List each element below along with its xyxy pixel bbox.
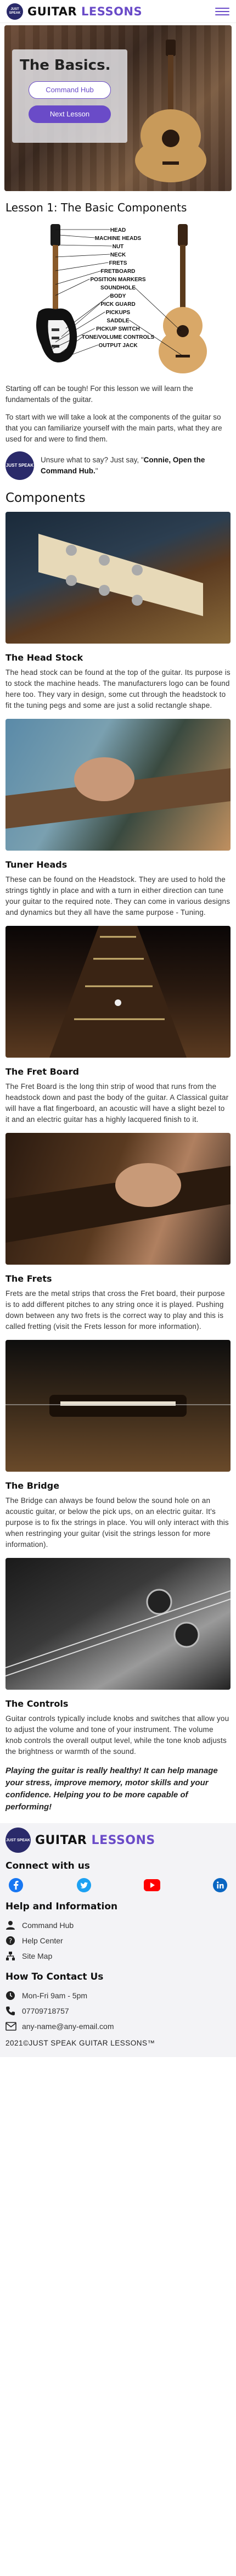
logo-text: JUST SPEAK [9, 7, 21, 15]
contact-hours: Mon-Fri 9am - 5pm [5, 1988, 231, 2003]
sitemap-icon [5, 1951, 22, 1961]
component-text: The Fret Board is the long thin strip of… [5, 1082, 229, 1124]
fret-board-image [5, 926, 231, 1058]
diagram-label: SADDLE [106, 318, 129, 324]
outro-text: Playing the guitar is really healthy! It… [5, 1766, 218, 1812]
clock-icon [5, 1991, 22, 2001]
diagram-label: MACHINE HEADS [95, 236, 142, 242]
help-circle-icon: ? [5, 1936, 22, 1946]
bridge-image [5, 1340, 231, 1472]
site-footer: JUST SPEAK GUITAR LESSONS Connect with u… [0, 1823, 236, 2057]
footer-link-help-center[interactable]: ? Help Center [5, 1933, 231, 1948]
brand-word-1: GUITAR [27, 4, 77, 18]
headstock-image [5, 512, 231, 644]
phone-icon [5, 2006, 22, 2016]
component-text: The head stock can be found at the top o… [5, 668, 231, 709]
diagram-label: OUTPUT JACK [98, 343, 138, 349]
component-card-fret-board: The Fret Board The Fret Board is the lon… [5, 926, 231, 1125]
next-lesson-button[interactable]: Next Lesson [29, 105, 111, 123]
help-title: Help and Information [5, 1901, 118, 1912]
acoustic-guitar-illustration [159, 224, 207, 373]
diagram-leader-line [65, 295, 110, 329]
lesson-intro-2: To start with we will take a look at the… [5, 413, 222, 443]
logo[interactable]: JUST SPEAK [7, 3, 23, 20]
connect-title: Connect with us [5, 1860, 90, 1871]
contact-phone[interactable]: 07709718757 [5, 2003, 231, 2019]
component-title: The Head Stock [5, 652, 83, 663]
tuner-heads-image [5, 719, 231, 851]
component-card-tuner-heads: Tuner Heads These can be found on the He… [5, 719, 231, 918]
component-text: The Bridge can always be found below the… [5, 1496, 229, 1549]
diagram-label: NUT [113, 244, 124, 250]
brand-word-2: LESSONS [81, 4, 143, 18]
component-card-controls: The Controls Guitar controls typically i… [5, 1558, 231, 1757]
component-card-headstock: The Head Stock The head stock can be fou… [5, 512, 231, 711]
diagram-label: NECK [110, 252, 126, 258]
footer-brand-name: GUITAR LESSONS [35, 1833, 155, 1847]
component-text: These can be found on the Headstock. The… [5, 875, 231, 917]
hamburger-menu-icon[interactable] [215, 4, 229, 19]
contact-email[interactable]: any-name@any-email.com [5, 2019, 231, 2034]
contact-title: How To Contact Us [5, 1971, 104, 1982]
footer-logo: JUST SPEAK [5, 1828, 31, 1853]
diagram-label: SOUNDHOLE [100, 285, 136, 291]
frets-image [5, 1133, 231, 1265]
lesson-title: Lesson 1: The Basic Components [5, 201, 187, 214]
diagram-leader-line [59, 234, 95, 238]
copyright: 2021©JUST SPEAK GUITAR LESSONS™ [5, 2039, 155, 2047]
command-hub-button[interactable]: Command Hub [29, 81, 111, 99]
acoustic-guitar-image [135, 40, 206, 182]
tip-text: Unsure what to say? Just say, "Connie, O… [41, 456, 205, 475]
diagram-label: PICK GUARD [100, 301, 135, 308]
component-title: The Fret Board [5, 1066, 79, 1077]
hero-panel: The Basics. Command Hub Next Lesson [12, 49, 127, 143]
person-icon [5, 1920, 22, 1930]
footer-link-command-hub[interactable]: Command Hub [5, 1918, 231, 1933]
lesson-intro-1: Starting off can be tough! For this less… [5, 384, 193, 404]
facebook-icon[interactable] [8, 1877, 24, 1893]
twitter-icon[interactable] [76, 1877, 92, 1893]
diagram-label: POSITION MARKERS [90, 277, 145, 283]
assistant-tip: JUST SPEAK Unsure what to say? Just say,… [5, 451, 231, 480]
hero-banner: The Basics. Command Hub Next Lesson [4, 25, 232, 191]
svg-text:?: ? [9, 1937, 12, 1945]
components-title: Components [5, 491, 86, 505]
diagram-label: FRETS [109, 260, 127, 266]
component-text: Frets are the metal strips that cross th… [5, 1289, 225, 1331]
email-icon [5, 2022, 22, 2031]
diagram-leader-line [55, 254, 110, 258]
hero-title: The Basics. [20, 57, 111, 74]
component-title: The Controls [5, 1698, 69, 1709]
component-text: Guitar controls typically include knobs … [5, 1714, 229, 1756]
component-card-bridge: The Bridge The Bridge can always be foun… [5, 1340, 231, 1550]
diagram-label: PICKUP SWITCH [96, 326, 140, 332]
controls-image [5, 1558, 231, 1690]
footer-brand[interactable]: JUST SPEAK GUITAR LESSONS [5, 1828, 231, 1853]
brand-name[interactable]: GUITAR LESSONS [27, 5, 142, 18]
component-title: Tuner Heads [5, 859, 68, 870]
social-links [5, 1877, 231, 1893]
component-title: The Frets [5, 1273, 52, 1284]
footer-link-site-map[interactable]: Site Map [5, 1948, 231, 1964]
diagram-label: FRETBOARD [101, 269, 136, 275]
diagram-leader-line [55, 244, 112, 247]
component-title: The Bridge [5, 1480, 60, 1491]
diagram-label: BODY [110, 293, 126, 299]
component-card-frets: The Frets Frets are the metal strips tha… [5, 1133, 231, 1332]
guitar-components-diagram: HEAD MACHINE HEADS NUT NECK FRETS FRETBOARD PO… [27, 219, 209, 383]
site-header: JUST SPEAK GUITAR LESSONS [0, 0, 236, 23]
diagram-label: TONE/VOLUME CONTROLS [82, 334, 154, 340]
diagram-label: HEAD [110, 227, 126, 233]
tip-logo: JUST SPEAK [5, 451, 34, 480]
diagram-label: PICKUPS [106, 310, 131, 316]
youtube-icon[interactable] [144, 1877, 160, 1893]
linkedin-icon[interactable] [212, 1877, 228, 1893]
diagram-leader-line [55, 278, 90, 296]
